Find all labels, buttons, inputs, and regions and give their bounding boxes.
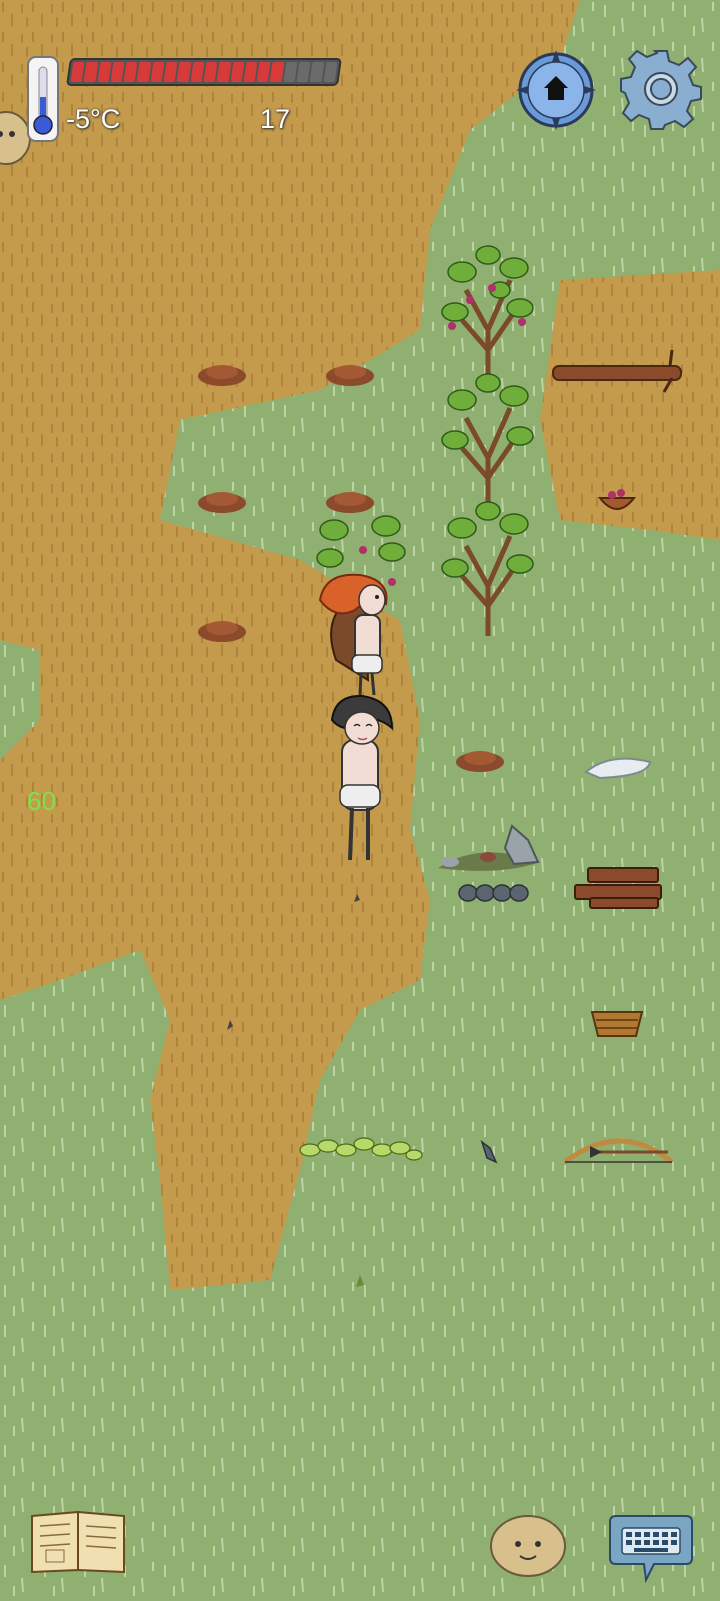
food-pip	[256, 62, 271, 82]
book-icon[interactable]	[28, 1508, 130, 1576]
food-pip	[309, 62, 325, 82]
thermometer-icon	[27, 56, 59, 142]
emote-face-icon[interactable]	[488, 1512, 568, 1578]
food-pip	[296, 62, 311, 82]
food-pip	[243, 62, 258, 82]
food-pip	[323, 62, 338, 82]
food-pip	[150, 62, 165, 82]
gear-icon[interactable]	[620, 48, 702, 130]
food-pip	[70, 62, 85, 82]
age-readout: 17	[260, 104, 291, 134]
food-pip	[110, 62, 125, 82]
food-pip	[190, 62, 205, 82]
temperature-readout: -5°C	[66, 104, 121, 134]
game-world[interactable]	[0, 0, 720, 1601]
food-pip	[137, 62, 152, 82]
home-compass-icon[interactable]	[516, 50, 596, 130]
food-pip	[123, 62, 138, 82]
food-pip	[270, 62, 285, 82]
food-pip	[97, 62, 112, 82]
food-pip	[230, 62, 245, 82]
food-pip	[83, 62, 98, 82]
yum-counter: 60	[27, 786, 56, 816]
food-pip	[203, 62, 218, 82]
keyboard-icon[interactable]	[606, 1508, 694, 1586]
food-pip	[216, 62, 231, 82]
woven-basket[interactable]	[590, 1011, 644, 1037]
food-pip	[176, 62, 192, 82]
food-pip	[283, 62, 298, 82]
food-meter	[66, 58, 342, 86]
food-pip	[163, 62, 178, 82]
